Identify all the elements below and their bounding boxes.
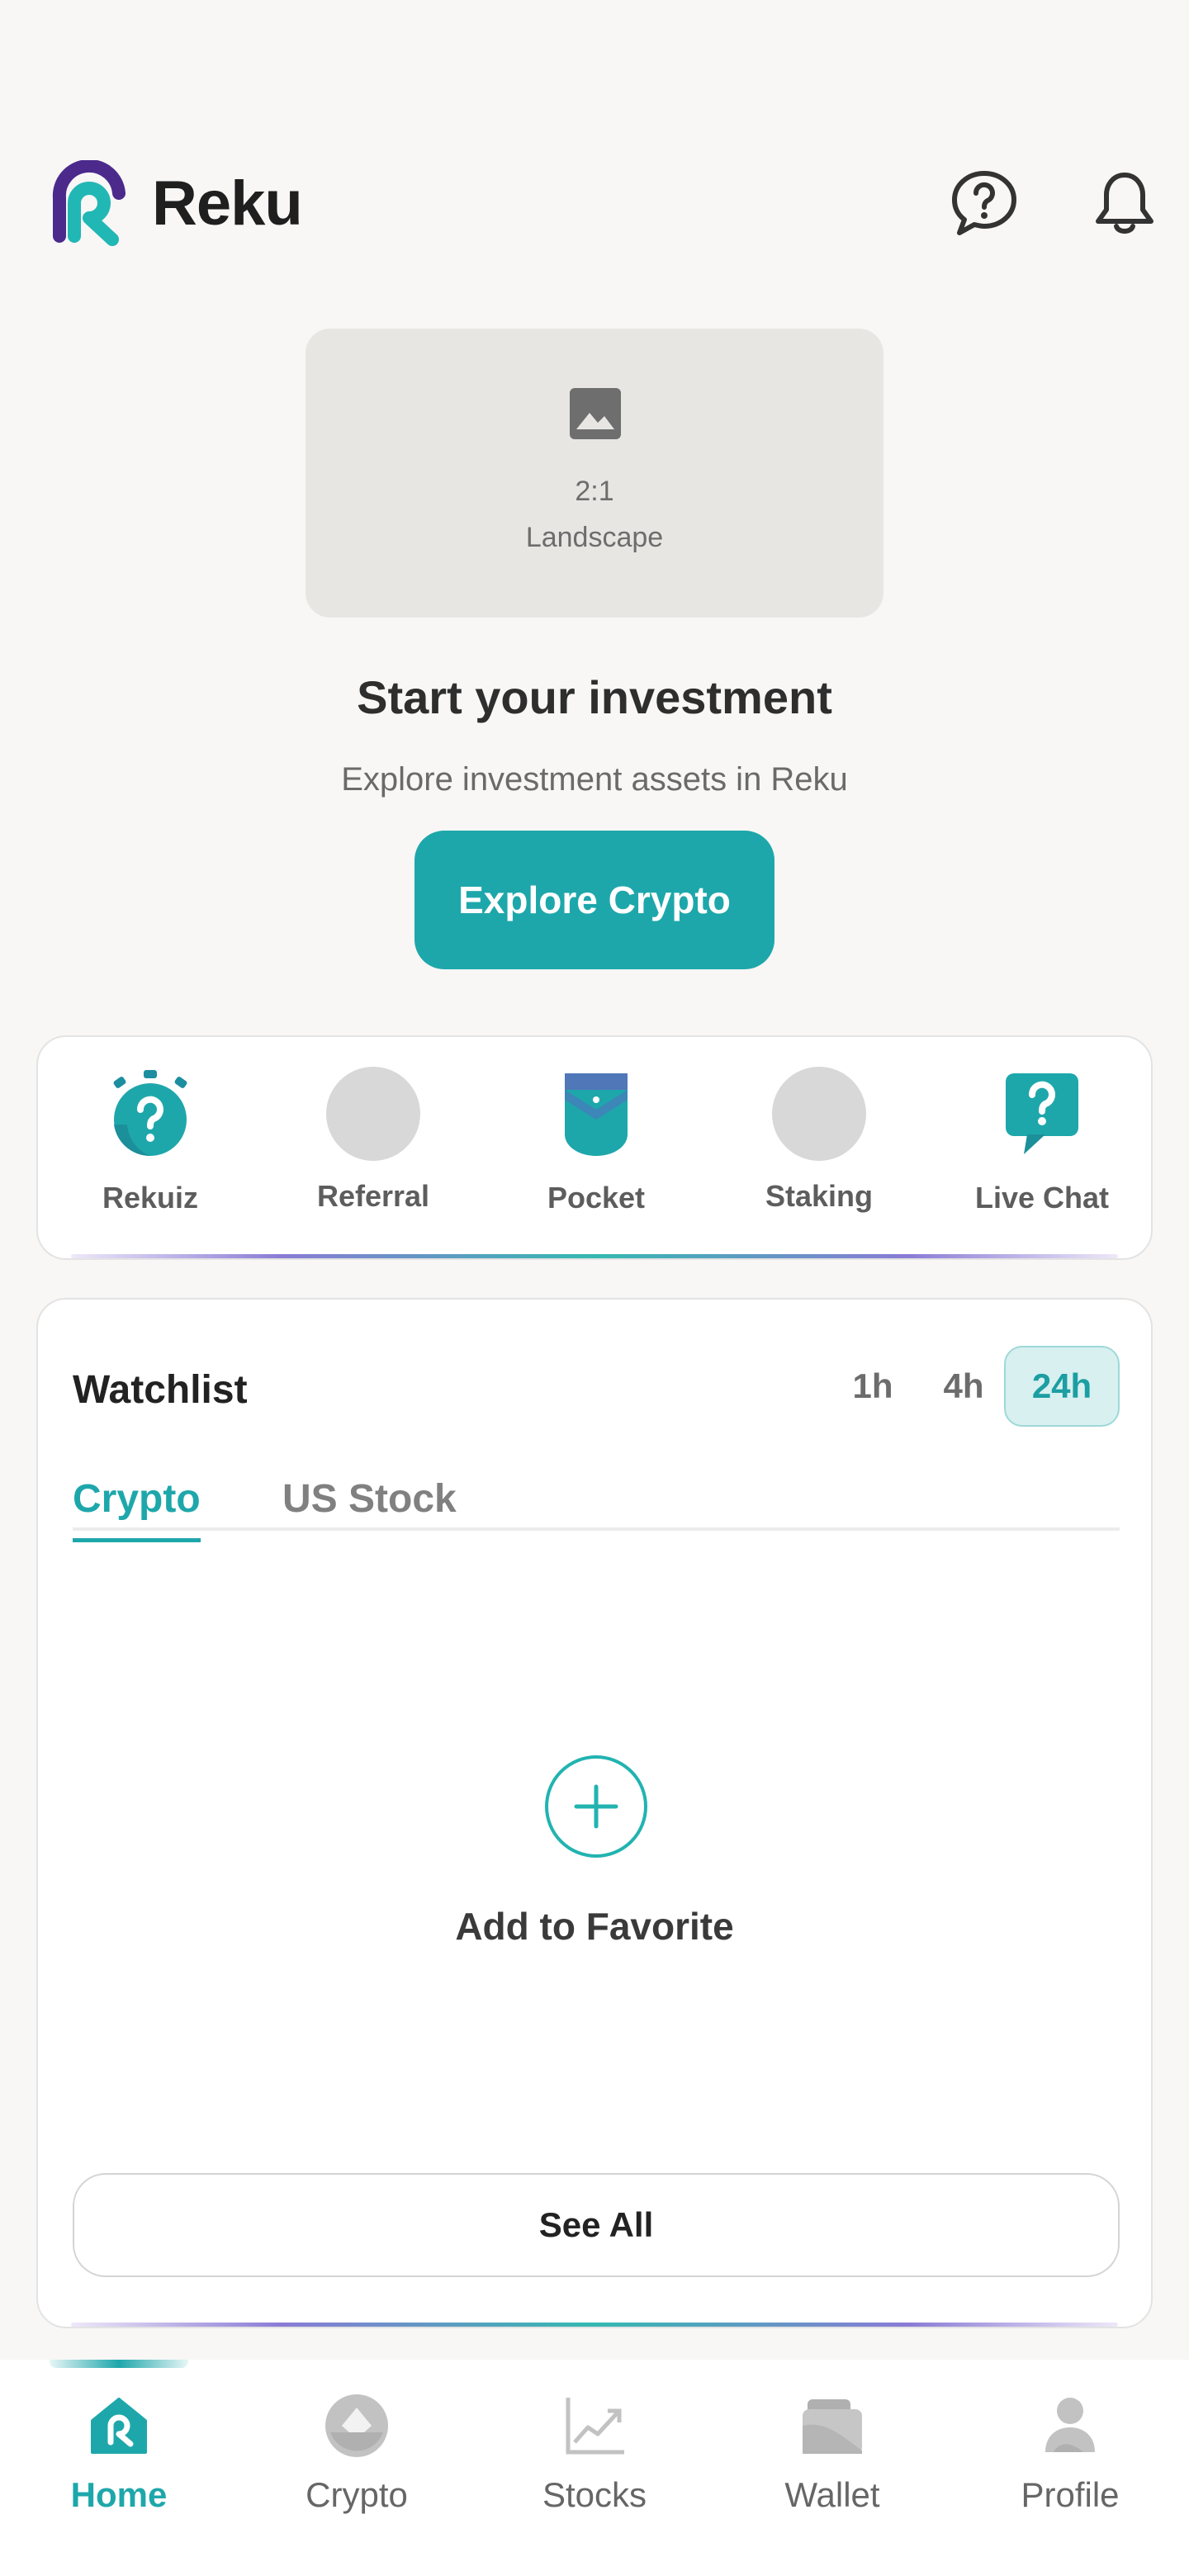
shortcut-staking[interactable]: Staking xyxy=(728,1067,910,1214)
cta-title: Start your investment xyxy=(357,671,832,723)
shortcut-label: Pocket xyxy=(547,1181,646,1215)
crypto-icon xyxy=(325,2394,388,2457)
shortcuts-card: Rekuiz Referral Pocket Staking Live Chat xyxy=(36,1035,1153,1260)
bottom-navigation: Home Crypto Stocks Wallet Profile xyxy=(0,2360,1189,2576)
nav-label: Crypto xyxy=(306,2475,408,2514)
timeframe-24h[interactable]: 24h xyxy=(1004,1346,1120,1427)
shortcut-referral[interactable]: Referral xyxy=(282,1067,464,1214)
shortcut-pocket[interactable]: Pocket xyxy=(505,1067,687,1215)
stocks-chart-icon xyxy=(566,2398,624,2455)
app-name: Reku xyxy=(152,168,303,239)
nav-profile[interactable]: Profile xyxy=(971,2393,1169,2515)
shortcut-live-chat[interactable]: Live Chat xyxy=(951,1067,1133,1215)
nav-label: Home xyxy=(70,2475,168,2514)
wallet-icon xyxy=(803,2399,862,2454)
promo-banner-placeholder[interactable]: 2:1 Landscape xyxy=(306,329,883,618)
pocket-icon xyxy=(565,1073,628,1156)
explore-crypto-button[interactable]: Explore Crypto xyxy=(414,831,775,969)
shortcut-label: Live Chat xyxy=(974,1181,1110,1215)
nav-active-indicator xyxy=(50,2360,188,2368)
reku-logo-icon xyxy=(52,160,126,246)
watchlist-card: Watchlist 1h 4h 24h Crypto US Stock Add … xyxy=(36,1298,1153,2328)
app-header: Reku xyxy=(0,149,1189,256)
referral-icon-placeholder xyxy=(326,1067,420,1161)
shortcut-label: Staking xyxy=(765,1179,874,1213)
live-chat-icon xyxy=(1006,1073,1078,1154)
nav-label: Profile xyxy=(1021,2475,1120,2514)
staking-icon-placeholder xyxy=(772,1067,866,1161)
image-icon xyxy=(570,388,621,439)
nav-crypto[interactable]: Crypto xyxy=(258,2393,456,2515)
banner-ratio: 2:1 xyxy=(575,476,614,507)
card-accent-line xyxy=(71,1254,1118,1258)
nav-wallet[interactable]: Wallet xyxy=(733,2393,931,2515)
nav-stocks[interactable]: Stocks xyxy=(495,2393,694,2515)
cta-subtitle: Explore investment assets in Reku xyxy=(341,761,848,798)
shortcut-label: Rekuiz xyxy=(102,1181,199,1215)
home-icon xyxy=(91,2398,147,2454)
tab-us-stock[interactable]: US Stock xyxy=(282,1476,457,1538)
quiz-timer-icon xyxy=(113,1070,187,1157)
bell-icon[interactable] xyxy=(1088,167,1161,239)
see-all-button[interactable]: See All xyxy=(73,2173,1120,2277)
add-favorite-label[interactable]: Add to Favorite xyxy=(38,1904,1151,1949)
timeframe-4h[interactable]: 4h xyxy=(928,1346,999,1427)
reku-logo: Reku xyxy=(45,160,303,246)
nav-label: Stocks xyxy=(542,2475,647,2514)
shortcut-rekuiz[interactable]: Rekuiz xyxy=(59,1067,241,1215)
banner-orientation: Landscape xyxy=(525,522,664,553)
timeframe-1h[interactable]: 1h xyxy=(837,1346,908,1427)
shortcut-label: Referral xyxy=(316,1179,430,1213)
nav-label: Wallet xyxy=(784,2475,880,2514)
card-accent-line xyxy=(71,2323,1118,2327)
profile-icon xyxy=(1045,2398,1095,2452)
tab-crypto[interactable]: Crypto xyxy=(73,1476,201,1542)
watchlist-tabs: Crypto US Stock xyxy=(73,1476,1120,1542)
add-favorite-icon[interactable] xyxy=(543,1754,649,1859)
watchlist-title: Watchlist xyxy=(73,1368,248,1412)
nav-home[interactable]: Home xyxy=(20,2393,218,2515)
help-chat-icon[interactable] xyxy=(948,167,1021,239)
